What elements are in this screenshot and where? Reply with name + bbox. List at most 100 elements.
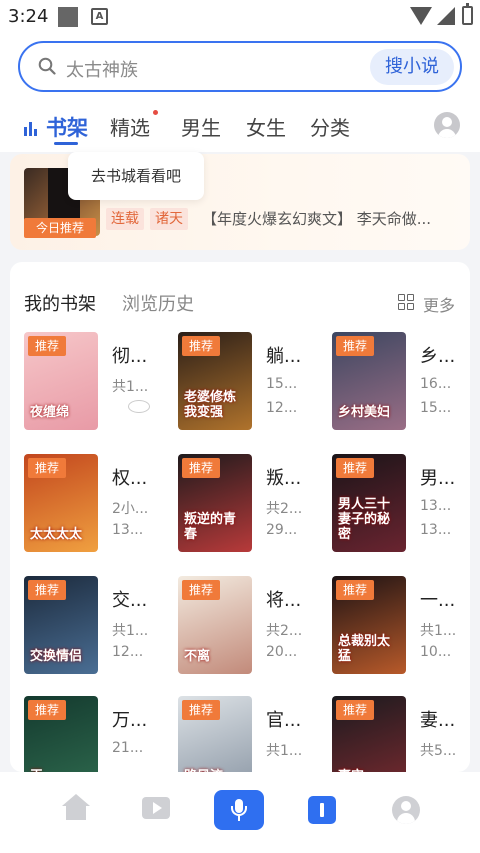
status-time: 3:24 <box>8 6 49 27</box>
recommend-description: 【年度火爆玄幻爽文】 李天命做... <box>202 210 432 228</box>
book-title[interactable]: 万... <box>112 706 147 732</box>
book-item[interactable]: 推荐事实妻... 共5... <box>332 696 470 772</box>
new-dot-icon <box>153 110 158 115</box>
bottom-nav <box>0 772 480 853</box>
wifi-icon <box>410 7 432 25</box>
book-update: 29... <box>266 522 298 538</box>
cover-title: 总裁别太猛 <box>338 634 391 664</box>
book-cover[interactable]: 推荐王 <box>24 696 98 772</box>
book-title[interactable]: 官... <box>266 706 301 732</box>
book-update: 12... <box>266 400 298 416</box>
book-progress: 共1... <box>420 623 457 639</box>
book-progress: 共1... <box>112 623 149 639</box>
book-title[interactable]: 权... <box>112 464 147 490</box>
cover-title: 叛逆的青春 <box>184 512 237 542</box>
user-avatar-icon[interactable] <box>434 112 460 138</box>
book-progress: 共1... <box>112 379 149 395</box>
book-cover[interactable]: 推荐 老婆修炼 我变强 <box>178 332 252 430</box>
book-cover[interactable]: 推荐路风流 <box>178 696 252 772</box>
hidden-eye-icon <box>128 400 150 413</box>
book-progress: 2小... <box>112 501 149 517</box>
search-bar[interactable]: 太古神族 搜小说 <box>18 41 462 92</box>
recommend-badge: 推荐 <box>336 700 374 720</box>
video-icon[interactable] <box>139 792 175 828</box>
today-recommend-badge: 今日推荐 <box>24 218 96 238</box>
bookstore-tooltip[interactable]: 去书城看看吧 <box>68 152 204 200</box>
tag-genre: 诸天 <box>150 208 188 230</box>
book-cover[interactable]: 推荐 男人三十 妻子的秘密 <box>332 454 406 552</box>
search-input[interactable]: 太古神族 <box>66 56 138 82</box>
book-progress: 21... <box>112 740 144 756</box>
bookshelf-panel: 我的书架 浏览历史 更多 推荐 夜缠绵 彻... 共1... 推荐 老婆修炼 我变强 躺..… <box>10 262 470 772</box>
bars-icon <box>24 120 38 136</box>
book-item[interactable]: 推荐 总裁别太猛 一... 共1... 10... <box>332 576 470 676</box>
book-item[interactable]: 推荐 乡村美妇 乡... 16... 15... <box>332 332 470 432</box>
cover-title: 乡村美妇 <box>338 405 391 420</box>
book-cover[interactable]: 推荐 交换情侣 <box>24 576 98 674</box>
book-item[interactable]: 推荐 交换情侣 交... 共1... 12... <box>24 576 174 676</box>
recommend-badge: 推荐 <box>28 700 66 720</box>
cover-title: 太太太太 <box>30 527 83 542</box>
recommend-badge: 推荐 <box>182 458 220 478</box>
book-title[interactable]: 彻... <box>112 342 147 368</box>
book-cover[interactable]: 推荐事实 <box>332 696 406 772</box>
microphone-icon[interactable] <box>214 790 264 830</box>
book-title[interactable]: 叛... <box>266 464 301 490</box>
book-update: 20... <box>266 644 298 660</box>
notification-app-icon: A <box>91 8 108 25</box>
bookshelf-icon[interactable] <box>308 796 336 824</box>
active-tab-indicator <box>54 142 78 145</box>
recommend-badge: 推荐 <box>28 580 66 600</box>
recommend-badge: 推荐 <box>182 580 220 600</box>
tab-female[interactable]: 女生 <box>246 112 286 141</box>
book-title[interactable]: 乡... <box>420 342 455 368</box>
book-cover[interactable]: 推荐 夜缠绵 <box>24 332 98 430</box>
book-title[interactable]: 男... <box>420 464 455 490</box>
signal-icon <box>437 7 455 25</box>
book-progress: 共5... <box>420 743 457 759</box>
book-item[interactable]: 推荐路风流官... 共1... <box>178 696 328 772</box>
book-title[interactable]: 将... <box>266 586 301 612</box>
top-tabs: 书架 精选 男生 女生 分类 <box>0 108 480 150</box>
tab-history[interactable]: 浏览历史 <box>122 290 194 316</box>
book-update: 10... <box>420 644 452 660</box>
more-button[interactable]: 更多 <box>423 292 455 316</box>
book-item[interactable]: 推荐 夜缠绵 彻... 共1... <box>24 332 174 432</box>
tab-featured[interactable]: 精选 <box>110 112 150 141</box>
book-title[interactable]: 躺... <box>266 342 301 368</box>
recommend-badge: 推荐 <box>182 336 220 356</box>
recommend-badge: 推荐 <box>336 336 374 356</box>
book-item[interactable]: 推荐 老婆修炼 我变强 躺... 15... 12... <box>178 332 328 432</box>
profile-icon[interactable] <box>392 796 420 824</box>
book-item[interactable]: 推荐 不离 将... 共2... 20... <box>178 576 328 676</box>
cover-title: 交换情侣 <box>30 649 83 664</box>
book-cover[interactable]: 推荐 叛逆的青春 <box>178 454 252 552</box>
book-cover[interactable]: 推荐 太太太太 <box>24 454 98 552</box>
book-update: 13... <box>112 522 144 538</box>
recommend-badge: 推荐 <box>182 700 220 720</box>
book-item[interactable]: 推荐 太太太太 权... 2小... 13... <box>24 454 174 554</box>
search-icon <box>38 57 56 75</box>
book-title[interactable]: 妻... <box>420 706 455 732</box>
book-item[interactable]: 推荐 叛逆的青春 叛... 共2... 29... <box>178 454 328 554</box>
book-cover[interactable]: 推荐 不离 <box>178 576 252 674</box>
home-icon[interactable] <box>58 792 94 828</box>
book-update: 12... <box>112 644 144 660</box>
search-button[interactable]: 搜小说 <box>370 49 454 85</box>
book-progress: 16... <box>420 376 452 392</box>
book-item[interactable]: 推荐王万... 21... <box>24 696 174 772</box>
book-item[interactable]: 推荐 男人三十 妻子的秘密 男... 13... 13... <box>332 454 470 554</box>
tab-bookshelf[interactable]: 书架 <box>46 112 88 142</box>
recommend-badge: 推荐 <box>28 458 66 478</box>
battery-icon <box>462 3 473 25</box>
grid-icon[interactable] <box>398 294 415 311</box>
tab-my-shelf[interactable]: 我的书架 <box>24 290 96 316</box>
book-title[interactable]: 一... <box>420 586 455 612</box>
book-title[interactable]: 交... <box>112 586 147 612</box>
book-progress: 共1... <box>266 743 303 759</box>
book-cover[interactable]: 推荐 乡村美妇 <box>332 332 406 430</box>
tab-category[interactable]: 分类 <box>310 112 350 141</box>
book-cover[interactable]: 推荐 总裁别太猛 <box>332 576 406 674</box>
tab-male[interactable]: 男生 <box>181 112 221 141</box>
notification-square-icon <box>58 7 78 27</box>
